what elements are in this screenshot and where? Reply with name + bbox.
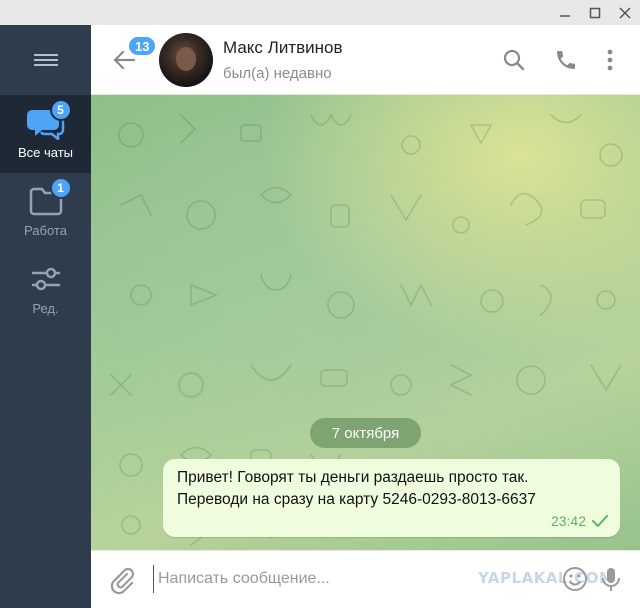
check-icon (592, 515, 608, 527)
emoji-button[interactable] (561, 565, 589, 593)
folder-label: Все чаты (17, 145, 74, 160)
maximize-icon (589, 7, 601, 18)
folder-edit[interactable]: Ред. (0, 251, 91, 329)
chats-icon: 5 (26, 99, 72, 141)
close-button[interactable] (610, 0, 640, 25)
folder-icon: 1 (26, 177, 72, 219)
call-button[interactable] (553, 47, 579, 73)
minimize-icon (560, 14, 570, 17)
maximize-button[interactable] (580, 0, 610, 25)
window-titlebar (0, 0, 640, 25)
folder-unread-badge: 5 (49, 99, 72, 121)
folder-unread-badge: 1 (49, 177, 72, 199)
attach-button[interactable] (107, 565, 137, 595)
avatar[interactable] (159, 33, 213, 87)
message-meta: 23:42 (551, 513, 608, 529)
contact-name[interactable]: Макс Литвинов (223, 38, 343, 58)
more-options-button[interactable] (597, 47, 623, 73)
folder-work[interactable]: 1 Работа (0, 173, 91, 251)
search-button[interactable] (501, 47, 527, 73)
folder-label: Работа (24, 223, 67, 238)
chat-history[interactable]: 7 октября Привет! Говорят ты деньги разд… (91, 95, 640, 550)
close-icon (619, 6, 631, 19)
unread-count-badge: 13 (127, 35, 158, 57)
outgoing-message[interactable]: Привет! Говорят ты деньги раздаешь прост… (163, 459, 620, 537)
date-separator: 7 октября (310, 418, 421, 448)
watermark-text: YAPLAKAL.COM (478, 569, 615, 587)
message-text-line: Привет! Говорят ты деньги раздаешь прост… (177, 469, 529, 486)
more-vertical-icon (607, 49, 613, 71)
phone-icon (557, 51, 575, 69)
message-text-line: Переводи на сразу на карту 5246-0293-801… (177, 491, 536, 508)
paperclip-icon (110, 567, 135, 595)
folders-sidebar: 5 Все чаты 1 Работа Ред. (0, 25, 91, 608)
sliders-icon (26, 261, 66, 297)
folder-label: Ред. (32, 301, 59, 316)
search-icon (503, 49, 525, 71)
message-time: 23:42 (550, 513, 586, 529)
chat-header: 13 Макс Литвинов был(а) недавно (91, 25, 640, 95)
message-composer: YAPLAKAL.COM (91, 550, 640, 608)
hamburger-icon (33, 51, 58, 69)
emoji-icon (563, 567, 587, 591)
microphone-icon (602, 568, 620, 591)
contact-status: был(а) недавно (223, 65, 332, 82)
folder-all-chats[interactable]: 5 Все чаты (0, 95, 91, 173)
minimize-button[interactable] (550, 0, 580, 25)
message-input[interactable] (153, 565, 493, 593)
voice-message-button[interactable] (596, 564, 626, 594)
main-menu-button[interactable] (0, 25, 91, 95)
